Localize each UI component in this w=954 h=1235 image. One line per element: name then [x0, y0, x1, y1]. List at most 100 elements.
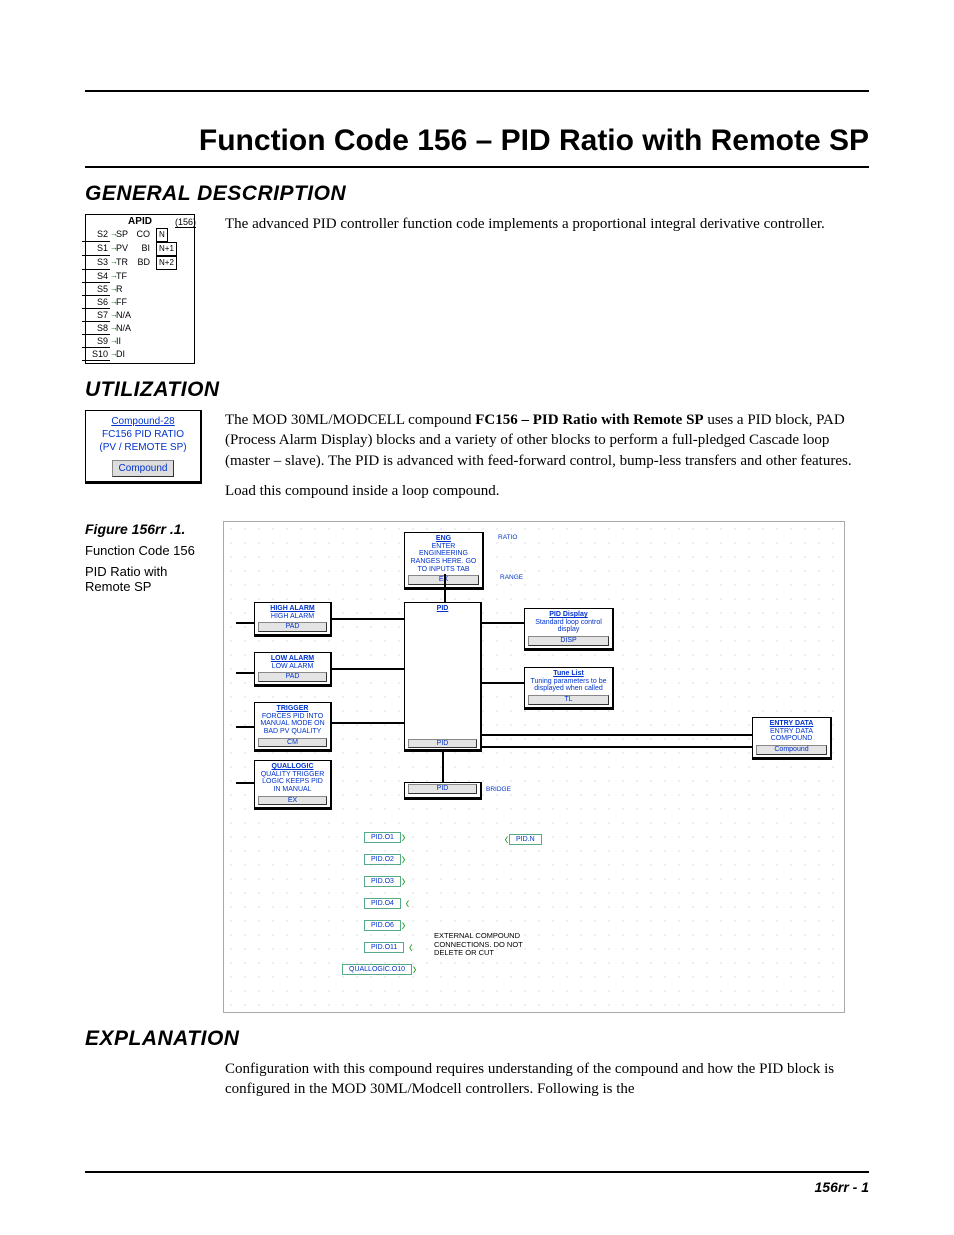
block-type-button[interactable]: Compound — [756, 745, 827, 755]
block-header: QUALLOGIC — [258, 763, 327, 771]
apid-out-box: N — [156, 228, 168, 242]
block-type-button[interactable]: PAD — [258, 622, 327, 632]
block-high-alarm[interactable]: HIGH ALARM HIGH ALARM PAD — [254, 602, 332, 637]
page-footer: 156rr - 1 — [815, 1179, 869, 1195]
tag-pid-o4[interactable]: PID.O4〈 — [364, 898, 401, 909]
figure-desc-line: PID Ratio with Remote SP — [85, 564, 205, 594]
block-pid-display[interactable]: PID Display Standard loop control displa… — [524, 608, 614, 651]
block-body: FORCES PID INTO MANUAL MODE ON BAD PV QU… — [260, 713, 324, 735]
tag-label: PID.O3 — [371, 878, 394, 885]
block-type-button[interactable]: PID — [408, 739, 477, 749]
apid-sig: S8 — [82, 322, 110, 335]
block-type-button[interactable]: PID — [408, 784, 477, 794]
heading-explanation: EXPLANATION — [85, 1027, 869, 1051]
label-range: RANGE — [500, 574, 523, 581]
apid-sig: S1 — [82, 242, 110, 256]
block-body: ENTER ENGINEERING RANGES HERE. GO TO INP… — [411, 543, 477, 573]
tag-label: PID.O4 — [371, 900, 394, 907]
block-header: PID Display — [528, 611, 609, 619]
apid-out-box: N+2 — [156, 256, 177, 270]
block-header: ENTRY DATA — [756, 720, 827, 728]
tag-label: PID.N — [516, 836, 535, 843]
apid-sig: S6 — [82, 296, 110, 309]
block-header: LOW ALARM — [258, 655, 327, 663]
apid-code-label: (156) — [175, 217, 196, 228]
block-type-button[interactable]: TL — [528, 695, 609, 705]
tag-quallogic-o10[interactable]: QUALLOGIC.O10〉 — [342, 964, 412, 975]
explanation-body: Configuration with this compound require… — [225, 1059, 869, 1100]
tag-pid-o11[interactable]: PID.O11〈 — [364, 942, 404, 953]
apid-block-graphic: (156) APID S2→SPCON S1→PVBIN+1 S3→TRBDN+… — [85, 214, 205, 364]
note-line: DELETE OR CUT — [434, 949, 523, 958]
figure-desc-line: Function Code 156 — [85, 543, 205, 558]
apid-sig: S7 — [82, 309, 110, 322]
block-body: Tuning parameters to be displayed when c… — [530, 678, 606, 693]
block-tune-list[interactable]: Tune List Tuning parameters to be displa… — [524, 667, 614, 710]
block-body: ENTRY DATA COMPOUND — [770, 728, 813, 743]
apid-out-label: CO — [134, 228, 152, 242]
compound-box-line: FC156 PID RATIO — [88, 428, 198, 441]
apid-pin-label: N/A — [116, 322, 134, 335]
apid-out-label: BD — [134, 256, 152, 270]
apid-pin-label: II — [116, 335, 134, 348]
apid-sig: S9 — [82, 335, 110, 348]
block-type-button[interactable]: CM — [258, 738, 327, 748]
compound-box-title: Compound-28 — [88, 415, 198, 428]
tag-pid-o6[interactable]: PID.O6〉 — [364, 920, 401, 931]
block-low-alarm[interactable]: LOW ALARM LOW ALARM PAD — [254, 652, 332, 687]
block-trigger[interactable]: TRIGGER FORCES PID INTO MANUAL MODE ON B… — [254, 702, 332, 752]
figure-number: Figure 156rr .1. — [85, 521, 205, 537]
heading-general-description: GENERAL DESCRIPTION — [85, 182, 869, 206]
apid-pin-label: R — [116, 283, 134, 296]
tag-label: PID.O1 — [371, 834, 394, 841]
block-quallogic[interactable]: QUALLOGIC QUALITY TRIGGER LOGIC KEEPS PI… — [254, 760, 332, 810]
tag-label: PID.O2 — [371, 856, 394, 863]
tag-pid-n[interactable]: 〈PID.N — [509, 834, 542, 845]
apid-pin-label: N/A — [116, 309, 134, 322]
block-body: HIGH ALARM — [271, 613, 314, 620]
text-fragment-bold: FC156 – PID Ratio with Remote SP — [475, 412, 703, 428]
apid-pin-label: PV — [116, 242, 134, 256]
label-bridge: BRIDGE — [486, 786, 511, 793]
tag-pid-o2[interactable]: PID.O2〉 — [364, 854, 401, 865]
block-type-button[interactable]: PAD — [258, 672, 327, 682]
apid-sig: S3 — [82, 256, 110, 270]
text-fragment: The MOD 30ML/MODCELL compound — [225, 412, 475, 428]
apid-sig: S5 — [82, 283, 110, 296]
block-body: QUALITY TRIGGER LOGIC KEEPS PID IN MANUA… — [261, 771, 325, 793]
block-body: Standard loop control display — [535, 619, 602, 634]
block-header: PID — [408, 605, 477, 613]
block-entry-data[interactable]: ENTRY DATA ENTRY DATA COMPOUND Compound — [752, 717, 832, 760]
block-header: TRIGGER — [258, 705, 327, 713]
block-pid-main[interactable]: PID PID — [404, 602, 482, 752]
tag-label: QUALLOGIC.O10 — [349, 966, 405, 973]
tag-pid-o1[interactable]: PID.O1〉 — [364, 832, 401, 843]
block-type-button[interactable]: DISP — [528, 636, 609, 646]
label-ratio: RATIO — [498, 534, 517, 541]
utilization-paragraph-2: Load this compound inside a loop compoun… — [225, 481, 869, 501]
compound-box-line: (PV / REMOTE SP) — [88, 441, 198, 454]
block-header: ENG — [408, 535, 479, 543]
apid-pin-label: SP — [116, 228, 134, 242]
apid-pin-label: FF — [116, 296, 134, 309]
block-type-button[interactable]: EX — [258, 796, 327, 806]
block-diagram: ENG ENTER ENGINEERING RANGES HERE. GO TO… — [223, 521, 845, 1013]
tag-label: PID.O11 — [371, 944, 397, 951]
external-compound-note: EXTERNAL COMPOUND CONNECTIONS. DO NOT DE… — [434, 932, 523, 958]
heading-utilization: UTILIZATION — [85, 378, 869, 402]
tag-pid-o3[interactable]: PID.O3〉 — [364, 876, 401, 887]
apid-sig: S4 — [82, 270, 110, 283]
apid-out-box: N+1 — [156, 242, 177, 256]
apid-pin-label: TR — [116, 256, 134, 270]
utilization-paragraph-1: The MOD 30ML/MODCELL compound FC156 – PI… — [225, 410, 869, 471]
apid-sig: S2 — [82, 228, 110, 242]
general-description-body: The advanced PID controller function cod… — [225, 214, 869, 234]
tag-label: PID.O6 — [371, 922, 394, 929]
block-pid-bridge[interactable]: PID — [404, 782, 482, 800]
block-header: Tune List — [528, 670, 609, 678]
apid-pin-label: DI — [116, 348, 134, 361]
block-header: HIGH ALARM — [258, 605, 327, 613]
apid-pin-label: TF — [116, 270, 134, 283]
compound-icon-box: Compound-28 FC156 PID RATIO (PV / REMOTE… — [85, 410, 202, 484]
compound-button[interactable]: Compound — [112, 460, 175, 477]
